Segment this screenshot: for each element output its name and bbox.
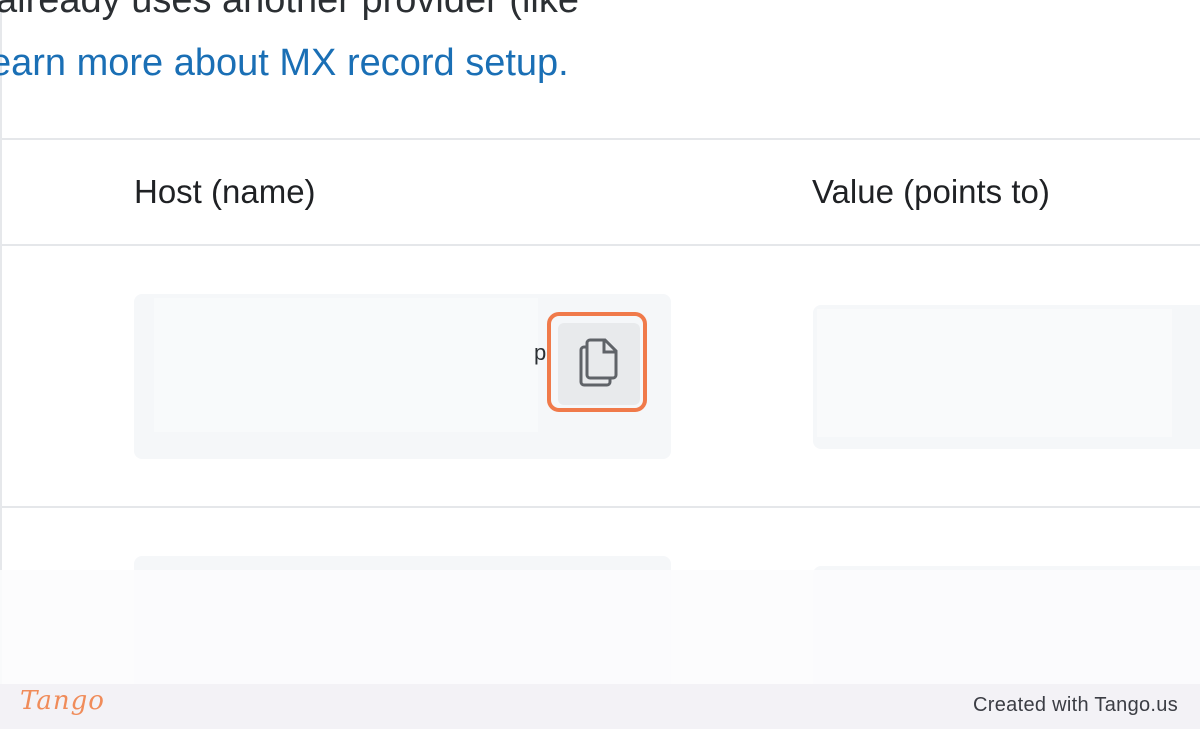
host-field-content xyxy=(154,298,538,432)
host-column-header: Host (name) xyxy=(134,173,316,210)
tango-logo: Tango xyxy=(20,686,105,716)
screenshot-page: already uses another provider (like earn… xyxy=(0,0,1200,729)
value-field[interactable] xyxy=(813,305,1200,449)
footer-bar: Tango Created with Tango.us xyxy=(0,684,1200,729)
table-top-divider xyxy=(2,138,1200,140)
host-value-text: p xyxy=(534,340,547,365)
value-field-content xyxy=(817,309,1172,437)
row-divider xyxy=(2,506,1200,508)
bottom-fade-overlay xyxy=(0,570,1200,684)
mx-setup-link[interactable]: earn more about MX record setup. xyxy=(0,40,569,86)
header-divider xyxy=(2,244,1200,246)
value-column-header: Value (points to) xyxy=(812,173,1050,210)
copy-icon xyxy=(578,337,620,392)
copy-host-button[interactable] xyxy=(558,323,640,405)
intro-text: already uses another provider (like xyxy=(0,0,579,21)
footer-credit: Created with Tango.us xyxy=(973,694,1178,716)
